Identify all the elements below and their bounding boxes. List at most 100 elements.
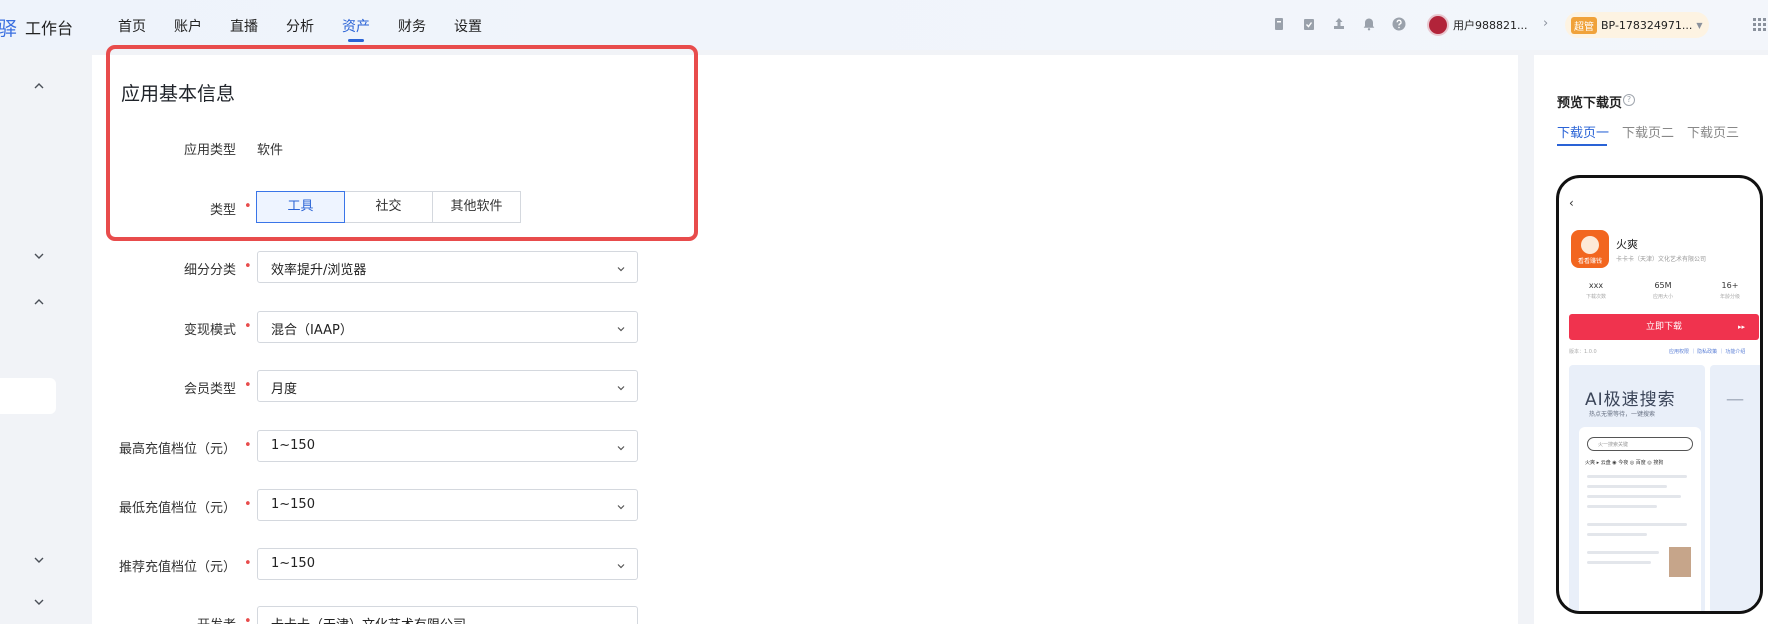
nav-live[interactable]: 直播: [230, 16, 258, 42]
required-mark: •: [244, 438, 252, 453]
section-title: 应用基本信息: [121, 83, 236, 105]
type-option-other[interactable]: 其他软件: [432, 191, 521, 223]
nav-assets[interactable]: 资产: [342, 16, 370, 42]
mock-line: [1587, 533, 1647, 536]
document-icon[interactable]: [1272, 17, 1286, 31]
mock-line: [1587, 561, 1651, 564]
member-type-value: 月度: [271, 382, 298, 397]
bell-icon[interactable]: [1362, 17, 1376, 31]
nav-analysis[interactable]: 分析: [286, 16, 314, 42]
policy-links[interactable]: 应用权限 ｜ 隐私政策 ｜ 功能介绍: [1669, 348, 1745, 355]
required-mark: •: [244, 614, 252, 624]
avatar: [1427, 14, 1449, 36]
mock-line: [1587, 551, 1659, 554]
type-option-tool[interactable]: 工具: [256, 191, 345, 223]
card-screen: 火一搜索关键 火爽 ▸ 云盘 ◉ 今夜 ◎ 百度 ◎ 搜狗: [1579, 427, 1701, 611]
upload-icon[interactable]: [1332, 17, 1346, 31]
min-recharge-value: 1~150: [271, 497, 315, 512]
brand-title[interactable]: 工作台: [25, 15, 73, 39]
preview-title: 预览下载页: [1557, 96, 1623, 111]
user-name: 用户988821...: [1453, 19, 1528, 32]
max-recharge-select[interactable]: 1~150: [257, 430, 638, 462]
mock-line: [1587, 505, 1657, 508]
card-title: AI极速搜索: [1585, 390, 1676, 410]
phone-preview: ‹ 看看赚钱 火爽 卡卡卡（天津）文化艺术有限公司 xxx 下载次数 65M 应…: [1556, 175, 1763, 614]
mock-line: [1587, 523, 1687, 526]
chevron-down-icon: [615, 498, 627, 510]
chevron-up-icon[interactable]: [32, 296, 46, 310]
screenshot-card: 一: [1710, 365, 1760, 611]
required-mark: •: [244, 319, 252, 334]
tab-download-page-3[interactable]: 下载页三: [1687, 122, 1739, 141]
stat-value: 65M: [1654, 281, 1672, 290]
download-button-label: 立即下载: [1645, 322, 1682, 332]
nav-account[interactable]: 账户: [174, 16, 202, 42]
question-circle-icon[interactable]: ?: [1623, 94, 1635, 106]
chevron-down-icon: [615, 320, 627, 332]
recommended-recharge-label: 推荐充值档位（元）: [118, 560, 236, 575]
chevron-right-icon: ›: [1543, 16, 1549, 31]
nav-settings[interactable]: 设置: [454, 16, 482, 42]
subcategory-value: 效率提升/浏览器: [271, 263, 367, 278]
mock-search-text: 火一搜索关键: [1598, 442, 1629, 448]
monetization-value: 混合（IAAP）: [271, 323, 353, 338]
recommended-recharge-select[interactable]: 1~150: [257, 548, 638, 580]
mock-thumbnail: [1669, 547, 1691, 577]
chevron-down-icon: [615, 260, 627, 272]
developer-label: 开发者: [26, 614, 236, 624]
stat-downloads: xxx 下载次数: [1571, 281, 1621, 300]
stat-value: 16+: [1721, 281, 1739, 290]
developer-input[interactable]: 卡卡卡（天津）文化艺术有限公司: [257, 606, 638, 624]
chevron-down-icon: [615, 557, 627, 569]
stat-age-rating: 16+ 年龄分级: [1705, 281, 1755, 300]
mock-line: [1587, 475, 1687, 478]
type-label: 类型: [209, 203, 236, 218]
app-icon-tag: 看看赚钱: [1577, 258, 1602, 265]
required-mark: •: [244, 259, 252, 274]
app-type-value: 软件: [257, 143, 284, 158]
stat-label: 年龄分级: [1719, 294, 1740, 300]
required-mark: •: [244, 378, 252, 393]
stat-label: 下载次数: [1585, 294, 1606, 300]
mock-chip-row: 火爽 ▸ 云盘 ◉ 今夜 ◎ 百度 ◎ 搜狗: [1585, 460, 1664, 466]
download-now-button[interactable]: 立即下载 ▸▸: [1569, 314, 1759, 340]
brand-logo-fragment: 驿: [0, 18, 18, 40]
chevron-down-icon: [615, 379, 627, 391]
nav-finance[interactable]: 财务: [398, 16, 426, 42]
tab-download-page-1[interactable]: 下载页一: [1557, 122, 1609, 141]
app-grid-icon[interactable]: [1752, 17, 1768, 33]
chevron-down-icon[interactable]: [32, 596, 46, 610]
chevron-up-icon[interactable]: [32, 80, 46, 94]
clipboard-icon[interactable]: [1302, 17, 1316, 31]
tab-download-page-2[interactable]: 下载页二: [1622, 122, 1674, 141]
card-subtitle: 热点无需等待，一键搜索: [1589, 411, 1656, 418]
type-option-social[interactable]: 社交: [344, 191, 433, 223]
help-icon[interactable]: [1392, 17, 1406, 31]
app-name: 火爽: [1616, 238, 1638, 251]
monetization-select[interactable]: 混合（IAAP）: [257, 311, 638, 343]
stat-label: 应用大小: [1652, 294, 1673, 300]
required-mark: •: [244, 556, 252, 571]
caret-down-icon: ▼: [1696, 20, 1703, 30]
nav-home[interactable]: 首页: [118, 16, 146, 42]
user-menu[interactable]: 用户988821...: [1427, 12, 1539, 38]
subcategory-select[interactable]: 效率提升/浏览器: [257, 251, 638, 283]
card-title: 一: [1726, 391, 1744, 412]
required-mark: •: [244, 199, 252, 214]
max-recharge-value: 1~150: [271, 438, 315, 453]
member-type-select[interactable]: 月度: [257, 370, 638, 402]
top-bar: 驿 工作台 首页 账户 直播 分析 资产 财务 设置 用户988821... ›…: [0, 0, 1768, 50]
bp-account-selector[interactable]: 超管 BP-178324971... ▼: [1565, 12, 1709, 38]
app-company: 卡卡卡（天津）文化艺术有限公司: [1616, 256, 1707, 263]
active-tab-indicator: [1557, 144, 1607, 146]
min-recharge-select[interactable]: 1~150: [257, 489, 638, 521]
recommended-recharge-value: 1~150: [271, 556, 315, 571]
developer-value: 卡卡卡（天津）文化艺术有限公司: [271, 614, 466, 624]
mock-line: [1587, 495, 1681, 498]
subcategory-label: 细分分类: [183, 263, 236, 278]
stat-size: 65M 应用大小: [1638, 281, 1688, 300]
max-recharge-label: 最高充值档位（元）: [118, 442, 236, 457]
double-arrow-icon: ▸▸: [1737, 323, 1745, 331]
app-type-label: 应用类型: [183, 143, 236, 158]
min-recharge-label: 最低充值档位（元）: [118, 501, 236, 516]
